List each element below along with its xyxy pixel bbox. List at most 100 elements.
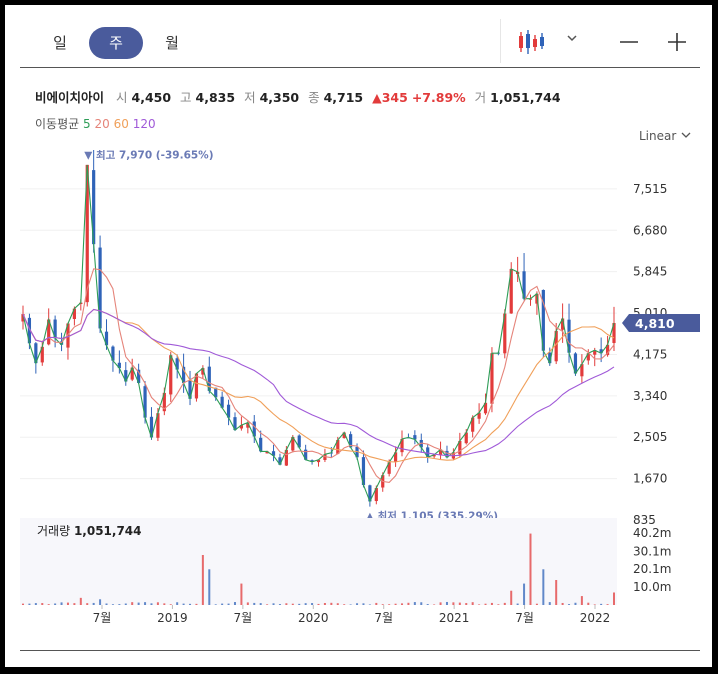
- close-label: 종: [308, 90, 320, 105]
- toolbar-divider: [500, 19, 501, 63]
- y-tick-label: 1,670: [633, 472, 667, 486]
- volume-bar: [272, 603, 275, 605]
- volume-bar: [445, 601, 448, 605]
- volume-bar: [131, 602, 134, 605]
- stock-name: 비에이치아이: [35, 90, 105, 105]
- high-value: 4,835: [195, 90, 236, 105]
- volume-bar: [124, 603, 127, 605]
- volume-bar: [111, 604, 114, 605]
- volume-bar: [34, 603, 37, 605]
- volume-bar: [497, 604, 500, 605]
- volume-bar: [458, 602, 461, 605]
- change-percent: +7.89%: [411, 90, 466, 105]
- volume-bar: [465, 603, 468, 605]
- x-tick-label: 2022: [580, 611, 611, 625]
- volume-bar: [176, 602, 179, 605]
- high-marker: ▼ 최고 7,970 (-39.65%): [84, 150, 213, 161]
- volume-bar: [593, 604, 596, 605]
- ma-label: 이동평균: [35, 117, 80, 131]
- volume-bar: [452, 602, 455, 605]
- volume-bar: [298, 603, 301, 605]
- volume-bar: [259, 603, 262, 605]
- y-tick-label: 5,845: [633, 265, 667, 279]
- volume-bar: [118, 604, 121, 605]
- volume-bar: [542, 569, 545, 605]
- volume-label: 거래량 1,051,744: [37, 524, 142, 538]
- volume-bar: [54, 603, 57, 605]
- ma-20: 20: [94, 117, 110, 131]
- volume-bar: [375, 602, 378, 605]
- volume-bar: [86, 603, 89, 605]
- volume-tick-label: 20.1m: [633, 562, 671, 576]
- volume-label-value: 1,051,744: [74, 524, 142, 538]
- volume-bar: [516, 603, 519, 605]
- ma-120: 120: [132, 117, 156, 131]
- tab-week[interactable]: 주: [89, 27, 143, 59]
- volume-bar: [478, 604, 481, 605]
- volume-bar: [28, 603, 31, 605]
- zoom-out-icon[interactable]: [617, 30, 641, 54]
- volume-bar: [420, 602, 423, 605]
- x-tick-label: 2021: [439, 611, 470, 625]
- volume-bar: [343, 604, 346, 605]
- volume-bar: [47, 604, 50, 605]
- volume-bar: [529, 533, 532, 605]
- ma-line-5: [22, 164, 615, 503]
- zoom-in-icon[interactable]: [665, 30, 689, 54]
- low-value: 4,350: [259, 90, 300, 105]
- volume-bar: [323, 602, 326, 605]
- volume-bar: [266, 604, 269, 605]
- volume-bar: [182, 603, 185, 605]
- volume-bar: [433, 604, 436, 605]
- volume-bar: [580, 596, 583, 605]
- volume-bar: [208, 569, 211, 605]
- chevron-down-icon: [681, 132, 691, 138]
- ma-line-20: [22, 268, 615, 483]
- volume-bar: [291, 603, 294, 605]
- volume-bar: [137, 602, 140, 605]
- volume-bar: [535, 603, 538, 605]
- volume-bar: [285, 603, 288, 605]
- chevron-down-icon[interactable]: [565, 31, 579, 45]
- volume-bar: [92, 602, 95, 605]
- tab-day[interactable]: 일: [45, 27, 75, 59]
- volume-value: 1,051,744: [490, 90, 561, 105]
- volume-bar: [79, 597, 82, 605]
- volume-tick-label: 30.1m: [633, 544, 671, 558]
- close-value: 4,715: [323, 90, 364, 105]
- price-chart[interactable]: 7,5156,6805,8455,0104,1753,3402,5051,670…: [20, 150, 700, 625]
- low-label: 저: [244, 90, 256, 105]
- scale-selector[interactable]: Linear: [639, 129, 692, 143]
- volume-bar: [73, 603, 76, 605]
- volume-bar: [490, 602, 493, 605]
- quote-summary: 비에이치아이 시 4,450 고 4,835 저 4,350 종 4,715 ▲…: [35, 87, 566, 106]
- volume-bar: [561, 602, 564, 605]
- volume-bar: [587, 602, 590, 605]
- volume-bar: [105, 603, 108, 605]
- volume-bar: [330, 602, 333, 605]
- volume-label: 거: [474, 90, 487, 105]
- y-tick-label: 835: [633, 513, 656, 527]
- y-tick-label: 7,515: [633, 182, 667, 196]
- x-tick-label: 7월: [374, 611, 393, 625]
- volume-bar: [407, 602, 410, 605]
- volume-bar: [253, 602, 256, 605]
- volume-bar: [613, 592, 615, 605]
- volume-bar: [381, 604, 384, 605]
- candlestick-type-icon[interactable]: [517, 29, 547, 55]
- ma-line-60: [22, 308, 615, 463]
- chart-widget: 일 주 월 비에이치아이 시 4,450 고 4,835 저 4,350 종 4…: [5, 5, 712, 667]
- tab-month[interactable]: 월: [157, 27, 187, 59]
- volume-bar: [362, 603, 365, 605]
- volume-bar: [189, 603, 192, 605]
- change-value: ▲345: [372, 90, 408, 105]
- x-tick-label: 7월: [515, 611, 534, 625]
- volume-bar: [574, 602, 577, 605]
- volume-bar: [336, 603, 339, 605]
- footer-divider: [20, 650, 700, 651]
- high-label: 고: [180, 90, 192, 105]
- volume-bar: [246, 602, 249, 605]
- volume-bar: [144, 602, 147, 605]
- volume-bar: [401, 603, 404, 605]
- volume-bar: [41, 603, 44, 605]
